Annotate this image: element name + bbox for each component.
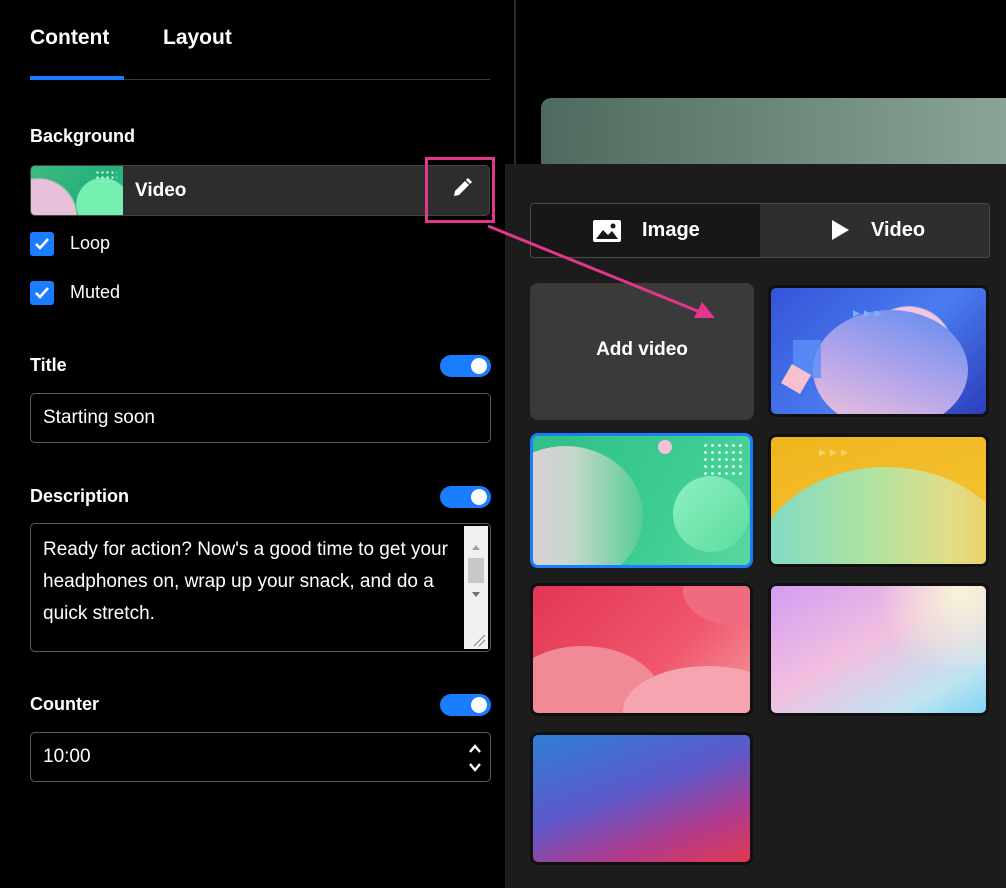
description-heading: Description [30,486,130,506]
add-video-button[interactable]: Add video [530,283,754,420]
media-type-toggle: Image Video [530,203,990,258]
check-icon [35,238,49,250]
counter-input[interactable]: 10:00 [30,732,491,782]
video-tab-label: Video [871,219,926,241]
edit-background-button[interactable] [425,157,495,223]
video-thumbnail-green-circles-selected[interactable] [530,433,753,568]
description-scrollbar[interactable] [464,526,488,649]
preview-canvas [541,98,1006,170]
counter-toggle[interactable] [440,694,491,716]
description-textarea[interactable]: Ready for action? Now's a good time to g… [30,523,491,652]
counter-stepper-icon[interactable] [466,740,484,776]
video-thumbnail-red-waves[interactable] [530,583,753,716]
loop-checkbox[interactable] [30,232,54,256]
muted-label: Muted [70,282,121,302]
scroll-up-icon [472,545,480,550]
pencil-icon [454,178,472,196]
description-text: Ready for action? Now's a good time to g… [43,539,448,624]
add-video-label: Add video [596,339,688,360]
video-thumbnail-blue-red-gradient[interactable] [530,732,753,865]
check-icon [35,287,49,299]
loop-label: Loop [70,233,111,253]
title-heading: Title [30,355,67,375]
active-tab-indicator [30,76,124,80]
image-tab-label: Image [642,219,700,241]
background-type-label: Video [135,180,187,201]
muted-checkbox[interactable] [30,281,54,305]
description-toggle[interactable] [440,486,491,508]
resize-grip-icon [473,634,486,647]
video-tab[interactable]: Video [760,204,989,257]
video-thumbnail-yellow-waves[interactable]: ▶▶▶ [768,434,989,567]
play-icon [832,220,849,240]
counter-heading: Counter [30,694,99,714]
video-thumbnail-pastel-gradient[interactable] [768,583,989,716]
scroll-down-icon [472,592,480,597]
title-input[interactable]: Starting soon [30,393,491,443]
tab-layout[interactable]: Layout [163,26,232,50]
tab-content[interactable]: Content [30,26,109,50]
title-toggle[interactable] [440,355,491,377]
image-tab[interactable]: Image [531,204,760,257]
scroll-thumb[interactable] [468,558,484,583]
background-heading: Background [30,126,136,146]
background-thumbnail [31,166,123,215]
video-thumbnail-blue-circles[interactable]: ▶▶▶ [768,285,989,417]
background-selector[interactable]: Video [30,165,490,216]
settings-panel: Content Layout Background Video Loop Mut… [0,0,516,888]
image-icon [593,220,621,242]
panel-divider [514,0,516,170]
tab-bar: Content Layout [30,26,490,80]
